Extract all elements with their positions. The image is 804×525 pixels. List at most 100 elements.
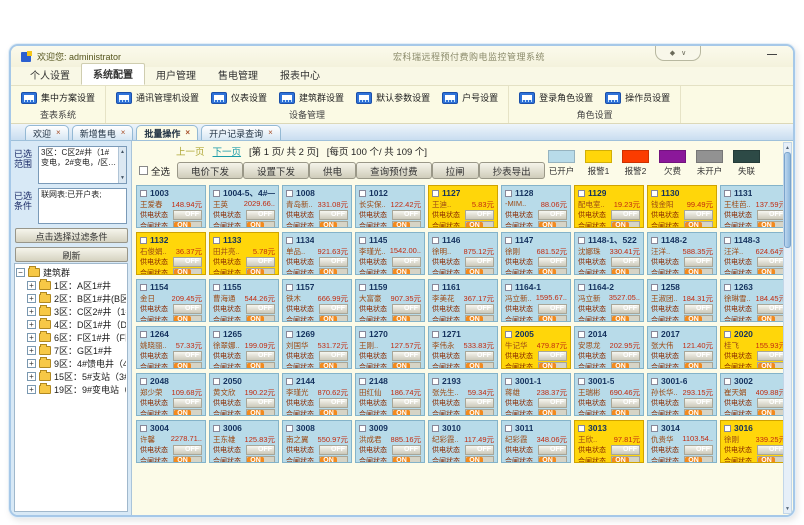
tree-item[interactable]: +1区：A区1#井 xyxy=(16,279,126,292)
switch-status-toggle[interactable]: ON xyxy=(465,409,494,416)
expand-icon[interactable]: + xyxy=(27,385,36,394)
supply-status-toggle[interactable]: OFF xyxy=(538,445,567,455)
expand-icon[interactable]: + xyxy=(27,294,36,303)
switch-status-toggle[interactable]: ON xyxy=(611,409,640,416)
toolbar-button[interactable]: 操作员设置 xyxy=(599,89,676,106)
meter-card[interactable]: 1128-MIM..88.06元供电状态OFF合闸状态ON xyxy=(501,185,571,228)
card-checkbox[interactable] xyxy=(140,284,147,291)
supply-status-toggle[interactable]: OFF xyxy=(465,351,494,361)
refresh-button[interactable]: 刷新 xyxy=(15,247,128,262)
card-checkbox[interactable] xyxy=(578,425,585,432)
tree-root[interactable]: − 建筑群 xyxy=(16,266,126,279)
switch-status-toggle[interactable]: ON xyxy=(465,456,494,463)
meter-card[interactable]: 3013王欣..97.81元供电状态OFF合闸状态ON xyxy=(574,420,644,463)
meter-card[interactable]: 1145李瑾光..1542.00..供电状态OFF合闸状态ON xyxy=(355,232,425,275)
switch-status-toggle[interactable]: ON xyxy=(465,362,494,369)
switch-status-toggle[interactable]: ON xyxy=(757,409,786,416)
card-checkbox[interactable] xyxy=(213,425,220,432)
card-checkbox[interactable] xyxy=(213,237,220,244)
switch-status-toggle[interactable]: ON xyxy=(392,315,421,322)
meter-card[interactable]: 2020桂飞155.93元供电状态OFF合闸状态ON xyxy=(720,326,790,369)
supply-status-toggle[interactable]: OFF xyxy=(319,304,348,314)
switch-status-toggle[interactable]: ON xyxy=(684,409,713,416)
meter-card[interactable]: 1012长实保..122.42元供电状态OFF合闸状态ON xyxy=(355,185,425,228)
card-checkbox[interactable] xyxy=(359,190,366,197)
card-checkbox[interactable] xyxy=(724,331,731,338)
meter-card[interactable]: 1263徐琳雪..184.45元供电状态OFF合闸状态ON xyxy=(720,279,790,322)
close-icon[interactable]: × xyxy=(268,129,273,137)
card-checkbox[interactable] xyxy=(359,284,366,291)
toolbar-button[interactable]: 建筑群设置 xyxy=(273,89,350,106)
supply-status-toggle[interactable]: OFF xyxy=(246,398,275,408)
supply-status-toggle[interactable]: OFF xyxy=(173,304,202,314)
meter-card[interactable]: 1154金日209.45元供电状态OFF合闸状态ON xyxy=(136,279,206,322)
card-checkbox[interactable] xyxy=(286,425,293,432)
card-checkbox[interactable] xyxy=(359,237,366,244)
card-checkbox[interactable] xyxy=(140,331,147,338)
switch-status-toggle[interactable]: ON xyxy=(684,221,713,228)
meter-card[interactable]: 3001-6孙长华..293.15元供电状态OFF合闸状态ON xyxy=(647,373,717,416)
card-checkbox[interactable] xyxy=(651,331,658,338)
card-checkbox[interactable] xyxy=(505,237,512,244)
switch-status-toggle[interactable]: ON xyxy=(538,362,567,369)
supply-status-toggle[interactable]: OFF xyxy=(538,304,567,314)
supply-status-toggle[interactable]: OFF xyxy=(319,445,348,455)
switch-status-toggle[interactable]: ON xyxy=(611,362,640,369)
meter-card[interactable]: 2014安思龙202.95元供电状态OFF合闸状态ON xyxy=(574,326,644,369)
switch-status-toggle[interactable]: ON xyxy=(465,221,494,228)
supply-status-toggle[interactable]: OFF xyxy=(173,398,202,408)
meter-card[interactable]: 1127王迪..5.83元供电状态OFF合闸状态ON xyxy=(428,185,498,228)
supply-status-toggle[interactable]: OFF xyxy=(611,351,640,361)
meter-card[interactable]: 1146徐明..875.12元供电状态OFF合闸状态ON xyxy=(428,232,498,275)
switch-status-toggle[interactable]: ON xyxy=(465,268,494,275)
meter-card[interactable]: 1147徐刚681.52元供电状态OFF合闸状态ON xyxy=(501,232,571,275)
card-checkbox[interactable] xyxy=(724,190,731,197)
card-checkbox[interactable] xyxy=(286,331,293,338)
switch-status-toggle[interactable]: ON xyxy=(392,268,421,275)
card-checkbox[interactable] xyxy=(359,331,366,338)
minimize-button[interactable]: — xyxy=(767,49,777,60)
supply-status-toggle[interactable]: OFF xyxy=(757,445,786,455)
card-checkbox[interactable] xyxy=(432,284,439,291)
supply-status-toggle[interactable]: OFF xyxy=(173,210,202,220)
card-checkbox[interactable] xyxy=(505,190,512,197)
meter-card[interactable]: 1155曹海通544.26元供电状态OFF合闸状态ON xyxy=(209,279,279,322)
supply-status-toggle[interactable]: OFF xyxy=(757,257,786,267)
card-checkbox[interactable] xyxy=(432,331,439,338)
meter-card[interactable]: 3016徐刚339.25元供电状态OFF合闸状态ON xyxy=(720,420,790,463)
meter-card[interactable]: 1132石俊娟..36.37元供电状态OFF合闸状态ON xyxy=(136,232,206,275)
meter-card[interactable]: 1159大富豪907.35元供电状态OFF合闸状态ON xyxy=(355,279,425,322)
meter-card[interactable]: 1164-2冯立新3527.05..供电状态OFF合闸状态ON xyxy=(574,279,644,322)
batch-action-button[interactable]: 供电 xyxy=(309,162,356,179)
close-icon[interactable]: × xyxy=(56,129,61,137)
meter-card[interactable]: 1148-2汪洋..588.35元供电状态OFF合闸状态ON xyxy=(647,232,717,275)
switch-status-toggle[interactable]: ON xyxy=(611,315,640,322)
supply-status-toggle[interactable]: OFF xyxy=(173,445,202,455)
supply-status-toggle[interactable]: OFF xyxy=(173,257,202,267)
selected-cond-box[interactable]: 联网表:已开户表; xyxy=(38,188,127,224)
range-scrollbar[interactable]: ▲ ▼ xyxy=(118,147,126,183)
meter-card[interactable]: 3001-1蒋雄238.37元供电状态OFF合闸状态ON xyxy=(501,373,571,416)
switch-status-toggle[interactable]: ON xyxy=(392,409,421,416)
card-checkbox[interactable] xyxy=(286,284,293,291)
expand-icon[interactable]: + xyxy=(27,372,36,381)
tree-item[interactable]: +3区：C区2#井（1#变… xyxy=(16,305,126,318)
supply-status-toggle[interactable]: OFF xyxy=(246,304,275,314)
meter-card[interactable]: 3006王东雄125.83元供电状态OFF合闸状态ON xyxy=(209,420,279,463)
batch-action-button[interactable]: 抄表导出 xyxy=(479,162,545,179)
supply-status-toggle[interactable]: OFF xyxy=(757,210,786,220)
tree-item[interactable]: +6区：F区1#井（F区1#… xyxy=(16,331,126,344)
meter-card[interactable]: 1265徐翠娜..199.09元供电状态OFF合闸状态ON xyxy=(209,326,279,369)
card-checkbox[interactable] xyxy=(651,378,658,385)
meter-card[interactable]: 1264姚晓丽..57.33元供电状态OFF合闸状态ON xyxy=(136,326,206,369)
batch-action-button[interactable]: 查询预付费 xyxy=(356,162,432,179)
meter-card[interactable]: 1130钱金阳99.49元供电状态OFF合闸状态ON xyxy=(647,185,717,228)
switch-status-toggle[interactable]: ON xyxy=(611,268,640,275)
switch-status-toggle[interactable]: ON xyxy=(465,315,494,322)
meter-card[interactable]: 1129配电室..19.23元供电状态OFF合闸状态ON xyxy=(574,185,644,228)
expand-icon[interactable]: + xyxy=(27,307,36,316)
card-checkbox[interactable] xyxy=(651,237,658,244)
supply-status-toggle[interactable]: OFF xyxy=(611,445,640,455)
tree-item[interactable]: +2区：B区1#井(B区1#… xyxy=(16,292,126,305)
switch-status-toggle[interactable]: ON xyxy=(538,268,567,275)
